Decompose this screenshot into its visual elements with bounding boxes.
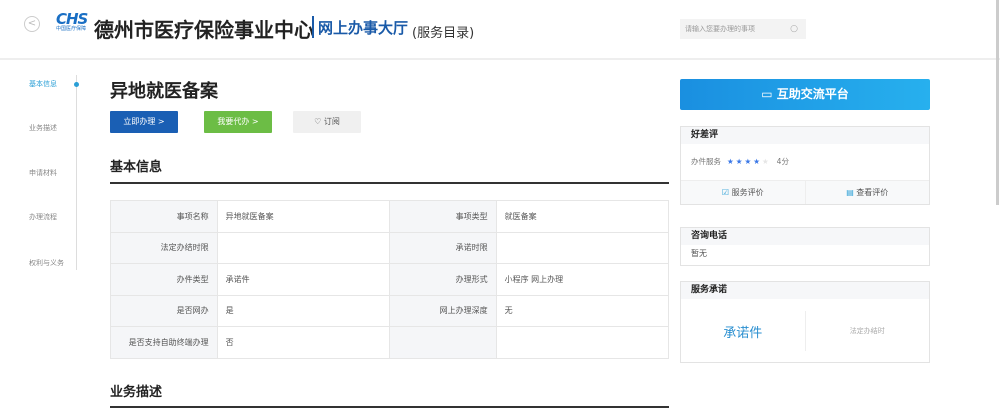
description-heading: 业务描述 bbox=[110, 385, 163, 400]
basic-info-table: 事项名称 异地就医备案 事项类型 就医备案 法定办结时限 承诺时限 办件类型 承诺件 办理形式小… bbox=[110, 200, 670, 359]
page-title: 异地就医备案 bbox=[110, 81, 218, 102]
promise-panel: 服务承诺 承诺件 法定办结时 bbox=[680, 281, 930, 363]
rating-title: 好差评 bbox=[681, 127, 929, 144]
back-icon[interactable]: < bbox=[24, 16, 40, 32]
field-label: 承诺时限 bbox=[388, 231, 497, 264]
forum-banner[interactable]: ▭ 互助交流平台 bbox=[680, 79, 930, 110]
field-label: 网上办理深度 bbox=[388, 294, 497, 327]
star-icon: ★ bbox=[744, 157, 754, 166]
view-evaluation-button[interactable]: ▤ 查看评价 bbox=[804, 181, 930, 204]
rating-label: 办件服务 bbox=[691, 157, 721, 166]
field-value: 小程序 网上办理 bbox=[495, 263, 670, 296]
sidebar-item-process[interactable]: 办理流程 bbox=[29, 212, 57, 222]
evaluate-label: 服务评价 bbox=[731, 188, 764, 197]
star-icon: ★ bbox=[753, 157, 762, 166]
field-value: 承诺件 bbox=[216, 263, 390, 296]
subscribe-button[interactable]: ♡ 订阅 bbox=[293, 111, 361, 133]
phone-value: 暂无 bbox=[691, 249, 707, 258]
divider bbox=[312, 16, 314, 38]
promise-legal: 法定办结时 bbox=[849, 327, 885, 335]
field-label: 事项名称 bbox=[110, 200, 218, 233]
table-row: 事项名称 异地就医备案 事项类型 就医备案 bbox=[110, 200, 670, 233]
star-icon: ★ bbox=[761, 157, 771, 166]
sidebar-line bbox=[76, 75, 77, 270]
star-icon: ★ bbox=[727, 157, 736, 166]
search-input[interactable]: 请输入您要办理的事项 ○ bbox=[680, 19, 806, 39]
active-dot bbox=[74, 82, 79, 87]
subscribe-label: 订阅 bbox=[323, 117, 340, 126]
rating-score: 4分 bbox=[776, 157, 789, 166]
handle-now-button[interactable]: 立即办理 > bbox=[110, 111, 178, 133]
heart-icon: ♡ bbox=[314, 117, 324, 126]
field-label: 事项类型 bbox=[388, 200, 497, 233]
checkbox-icon: ☑ bbox=[721, 188, 732, 197]
view-label: 查看评价 bbox=[856, 188, 889, 197]
sidebar-item-materials[interactable]: 申请材料 bbox=[29, 168, 57, 178]
field-label: 办件类型 bbox=[110, 263, 218, 296]
field-value bbox=[495, 231, 670, 264]
hall-name: 网上办事大厅 bbox=[318, 19, 409, 37]
field-label: 法定办结时限 bbox=[110, 231, 218, 264]
heading-underline bbox=[110, 406, 669, 408]
field-value bbox=[216, 231, 390, 264]
rating-panel: 好差评 办件服务 ★★★★★ 4分 ☑ 服务评价 ▤ 查看评价 bbox=[680, 126, 930, 205]
field-value: 就医备案 bbox=[495, 200, 670, 233]
field-label: 是否网办 bbox=[110, 294, 218, 327]
catalog-label: (服务目录) bbox=[412, 26, 475, 41]
table-row: 办件类型 承诺件 办理形式 小程序 网上办理 bbox=[110, 263, 670, 296]
phone-panel: 咨询电话 暂无 bbox=[680, 227, 930, 266]
sidebar-item-description[interactable]: 业务描述 bbox=[29, 123, 57, 133]
promise-type: 承诺件 bbox=[723, 325, 763, 341]
field-value bbox=[495, 326, 670, 359]
table-row: 法定办结时限 承诺时限 bbox=[110, 231, 670, 264]
table-row: 是否支持自助终端办理否 bbox=[110, 326, 670, 359]
basic-info-heading: 基本信息 bbox=[110, 160, 163, 175]
scrollbar[interactable] bbox=[996, 0, 999, 205]
search-icon[interactable]: ○ bbox=[790, 19, 798, 39]
delegate-button[interactable]: 我要代办 > bbox=[204, 111, 272, 133]
sidebar-item-rights[interactable]: 权利与义务 bbox=[29, 258, 64, 268]
field-value: 异地就医备案 bbox=[216, 200, 390, 233]
field-value: 否 bbox=[216, 326, 390, 359]
promise-title: 服务承诺 bbox=[681, 282, 929, 299]
chat-icon: ▭ bbox=[761, 87, 777, 101]
field-label: 是否支持自助终端办理 bbox=[110, 326, 218, 359]
sidebar-item-basic-info[interactable]: 基本信息 bbox=[29, 79, 57, 89]
org-name: 德州市医疗保险事业中心 bbox=[94, 18, 314, 42]
table-row: 是否网办是网上办理深度无 bbox=[110, 294, 670, 327]
field-value: 无 bbox=[495, 294, 670, 327]
field-value: 是 bbox=[216, 294, 390, 327]
phone-title: 咨询电话 bbox=[681, 228, 929, 245]
search-placeholder: 请输入您要办理的事项 bbox=[685, 25, 755, 33]
document-icon: ▤ bbox=[846, 188, 857, 197]
evaluate-button[interactable]: ☑ 服务评价 bbox=[681, 181, 805, 204]
field-label: 办理形式 bbox=[388, 263, 497, 296]
star-rating: ★★★★★ bbox=[727, 157, 771, 166]
banner-label: 互助交流平台 bbox=[776, 87, 849, 101]
heading-underline bbox=[110, 182, 669, 184]
chs-logo: CHS 中国医疗保障 bbox=[56, 10, 88, 33]
field-label bbox=[388, 326, 497, 359]
